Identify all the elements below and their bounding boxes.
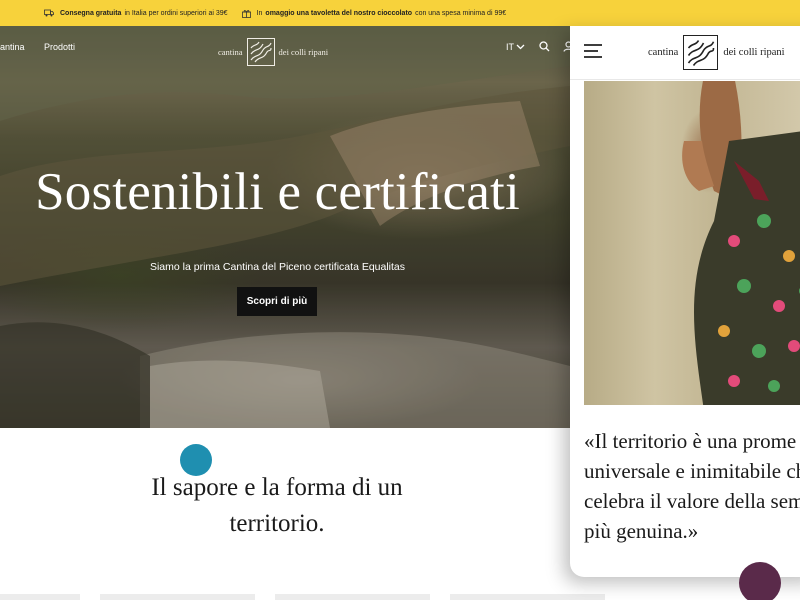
product-card-edge [0,594,80,600]
mobile-header: cantina dei colli ripani [570,26,800,80]
search-icon[interactable] [539,41,550,52]
user-icon[interactable] [563,41,570,52]
mobile-hero-image [584,81,800,405]
nav-link-prodotti[interactable]: Prodotti [44,42,75,52]
main-navigation: antina Prodotti cantina dei colli ripani… [0,38,570,66]
language-selector[interactable]: IT [506,42,525,52]
mobile-quote: «Il territorio è una prome universale e … [584,426,800,546]
hero-overlay [0,26,570,428]
promo-shipping-bold: Consegna gratuita [60,9,122,17]
section-title-line-2: territorio. [229,510,325,537]
logo-text-left: cantina [218,47,243,57]
promo-shipping-text: in Italia per ordini superiori ai 39€ [124,9,228,17]
logo-emblem-icon [246,38,275,66]
promo-gift-bold: omaggio una tavoletta del nostro cioccol… [265,9,413,17]
promo-gift-prefix: In [256,9,263,17]
product-card-edge [100,594,255,600]
language-label: IT [506,42,514,52]
nav-link-cantina[interactable]: antina [0,42,25,52]
mobile-logo-text-right: dei colli ripani [723,47,785,58]
chevron-down-icon [516,44,525,50]
page: Consegna gratuita in Italia per ordini s… [0,0,800,600]
site-logo[interactable]: cantina dei colli ripani [218,38,328,66]
product-card-edge [450,594,605,600]
hero-title: Sostenibili e certificati [35,163,520,221]
mobile-logo-text-left: cantina [648,47,679,58]
promo-gift: In omaggio una tavoletta del nostro cioc… [241,9,507,18]
section-title-line-1: Il sapore e la forma di un [151,474,403,501]
gift-icon [241,9,251,18]
quote-line: «Il territorio è una prome [584,429,797,453]
harvest-photo [682,81,800,405]
mobile-logo[interactable]: cantina dei colli ripani [648,35,785,70]
mobile-preview: cantina dei colli ripani «Il territorio … [570,26,800,577]
discover-more-button[interactable]: Scopri di più [237,287,317,316]
promo-shipping: Consegna gratuita in Italia per ordini s… [44,9,228,17]
hero-subtitle: Siamo la prima Cantina del Piceno certif… [149,261,406,273]
hero-section: antina Prodotti cantina dei colli ripani… [0,26,570,428]
product-strip [0,594,800,600]
truck-icon [44,9,54,17]
quote-line: celebra il valore della semp [584,489,800,513]
mobile-logo-emblem-icon [683,35,719,70]
promo-gift-text: con una spesa minima di 99€ [415,9,507,17]
chat-bubble-button[interactable] [739,562,781,600]
product-card-edge [275,594,430,600]
menu-icon[interactable] [584,44,602,58]
quote-line: più genuina.» [584,519,699,543]
quote-line: universale e inimitabile ch [584,459,800,483]
section-title: Il sapore e la forma di un territorio. [120,470,434,542]
promo-bar: Consegna gratuita in Italia per ordini s… [0,0,800,26]
logo-text-right: dei colli ripani [278,47,329,57]
